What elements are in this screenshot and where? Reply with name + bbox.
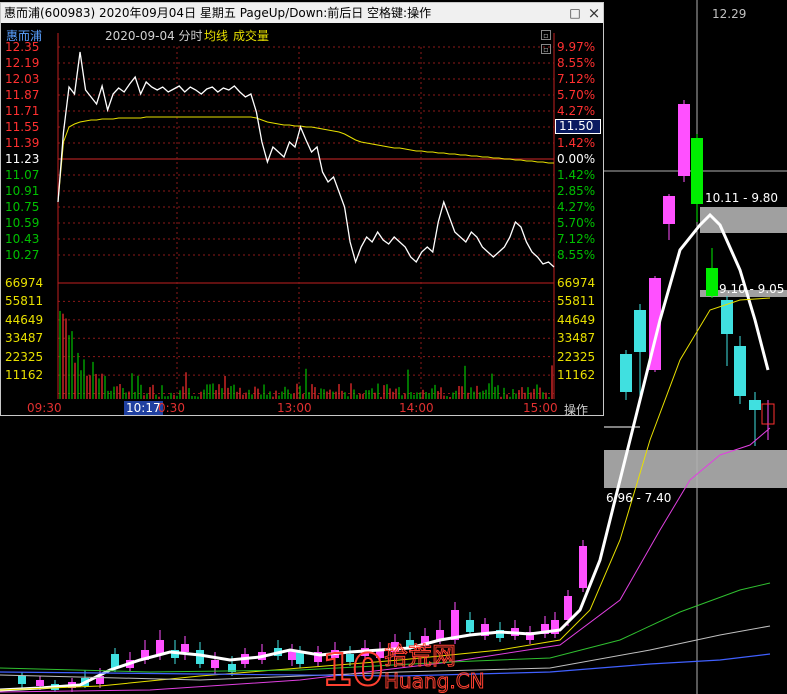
price-axis-label: 11.71: [5, 104, 40, 118]
time-label-1030: 0:30: [158, 401, 185, 415]
candle-body: [451, 610, 459, 640]
support-zone-lower: [604, 450, 787, 488]
price-axis-label: 11.07: [5, 168, 40, 182]
time-label-0930: 09:30: [27, 401, 62, 415]
volume-axis-label-right: 66974: [557, 276, 596, 290]
percent-axis-label: 8.55%: [557, 248, 596, 262]
volume-axis-label-right: 44649: [557, 312, 596, 327]
candle-body: [211, 660, 219, 668]
candle-body: [706, 268, 718, 296]
percent-axis-label: 5.70%: [557, 88, 596, 102]
candle-body: [196, 650, 204, 664]
candle-body: [749, 400, 761, 410]
volume-axis-label: 11162: [5, 368, 44, 383]
candle-body: [18, 676, 26, 684]
percent-axis-label: 9.97%: [557, 40, 596, 54]
volume-axis-label-right: 33487: [557, 331, 596, 346]
volume-axis-label: 66974: [5, 276, 44, 290]
percent-axis-label: 2.85%: [557, 184, 596, 198]
time-label-1400: 14:00: [399, 401, 434, 415]
candle-body: [36, 680, 44, 686]
candle-body: [579, 546, 587, 588]
percent-axis-label: 7.12%: [557, 72, 596, 86]
percent-axis-label: 1.42%: [557, 168, 596, 182]
candle-body: [663, 196, 675, 224]
volume-axis-label: 33487: [5, 331, 44, 346]
candle-body: [734, 346, 746, 396]
price-axis-label: 10.59: [5, 216, 40, 230]
candle-body: [466, 620, 474, 632]
candle-body: [296, 652, 304, 664]
candle-body: [721, 300, 733, 334]
percent-axis-label: 8.55%: [557, 56, 596, 70]
percent-axis-label: 1.42%: [557, 136, 596, 150]
volume-axis-label: 44649: [5, 312, 44, 327]
percent-axis-label: 4.27%: [557, 200, 596, 214]
percent-axis-label: 7.12%: [557, 232, 596, 246]
price-axis-label: 10.91: [5, 184, 40, 198]
candle-body: [620, 354, 632, 392]
intraday-chart[interactable]: [1, 3, 603, 415]
percent-axis-label: 0.00%: [557, 152, 596, 166]
candle-body: [181, 644, 189, 652]
candle-body: [691, 138, 703, 204]
current-price-tag: 11.50: [555, 119, 601, 134]
cursor-time: 10:17: [124, 401, 163, 415]
zone-lower-label: 6.96 - 7.40: [606, 491, 671, 505]
price-axis-label: 12.03: [5, 72, 40, 86]
watermark-logo: 10 拾荒网 Huang.CN: [321, 642, 485, 694]
zone-upper-label: 10.11 - 9.80: [705, 191, 778, 205]
price-axis-label: 10.43: [5, 232, 40, 246]
svg-text:拾荒网: 拾荒网: [384, 642, 456, 670]
volume-axis-label: 55811: [5, 294, 44, 309]
percent-axis-label: 5.70%: [557, 216, 596, 230]
price-axis-label: 12.19: [5, 56, 40, 70]
time-label-1300: 13:00: [277, 401, 312, 415]
candle-body: [634, 310, 646, 352]
time-label-1500: 15:00: [523, 401, 558, 415]
percent-axis-label: 4.27%: [557, 104, 596, 118]
candle-body: [678, 104, 690, 176]
price-axis-label: 11.39: [5, 136, 40, 150]
svg-text:10: 10: [322, 645, 383, 694]
zone-mid-label: 9.10 - 9.05: [719, 282, 784, 296]
intraday-window[interactable]: 惠而浦(600983) 2020年09月04日 星期五 PageUp/Down:…: [0, 2, 604, 418]
volume-axis-label-right: 55811: [557, 294, 596, 309]
candle-body: [156, 640, 164, 654]
price-axis-label: 11.55: [5, 120, 40, 134]
svg-text:Huang.CN: Huang.CN: [384, 669, 485, 693]
operate-button[interactable]: 操作: [564, 401, 588, 418]
price-axis-label: 11.87: [5, 88, 40, 102]
price-axis-label: 12.35: [5, 40, 40, 54]
price-axis-label: 10.27: [5, 248, 40, 262]
volume-axis-label-right: 11162: [557, 368, 596, 383]
kline-price-tag: 12.29: [712, 7, 746, 21]
volume-axis-label: 22325: [5, 349, 44, 364]
price-axis-label: 11.23: [5, 152, 40, 166]
price-axis-label: 10.75: [5, 200, 40, 214]
candle-body: [564, 596, 572, 620]
volume-axis-label-right: 22325: [557, 349, 596, 364]
